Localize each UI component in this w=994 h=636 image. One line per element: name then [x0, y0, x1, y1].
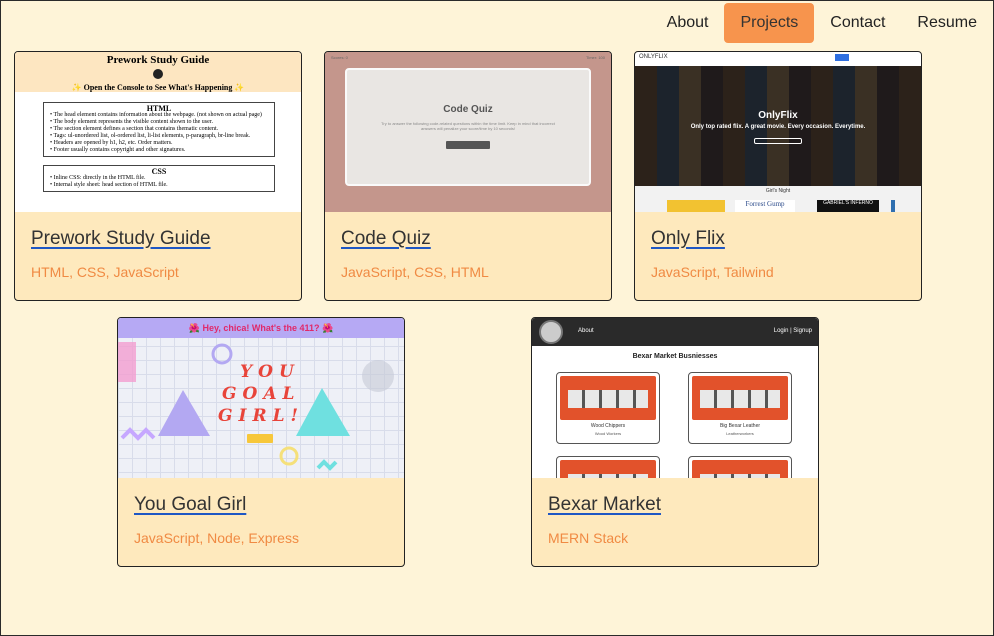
thumb-word: GIRL! [218, 406, 305, 426]
project-tech: HTML, CSS, JavaScript [31, 264, 179, 280]
thumb-get-started-button [247, 434, 273, 443]
thumb-business-card [688, 456, 792, 478]
project-card-you-goal-girl[interactable]: 🌺 Hey, chica! What's the 411? 🌺 YOU GOAL… [117, 317, 405, 567]
project-card-prework[interactable]: Prework Study Guide ✨ Open the Console t… [14, 51, 302, 301]
project-thumbnail[interactable]: Scores: 0 Timer: 100 Code Quiz Try to an… [325, 52, 611, 212]
project-thumbnail[interactable]: 🌺 Hey, chica! What's the 411? 🌺 YOU GOAL… [118, 318, 404, 478]
logo-icon [539, 320, 563, 344]
thumb-tagline: Only top rated flix. A great movie. Ever… [690, 124, 866, 130]
thumb-start-button [446, 141, 490, 149]
thumb-cta-button [754, 138, 802, 144]
thumb-poster [891, 200, 895, 212]
project-thumbnail[interactable]: Prework Study Guide ✨ Open the Console t… [15, 52, 301, 212]
thumb-nav-login: Login | Signup [773, 328, 812, 334]
thumb-word: YOU [240, 362, 300, 382]
project-tech: JavaScript, Tailwind [651, 264, 774, 280]
thumb-strip-label: Girl's Night [765, 188, 791, 194]
project-thumbnail[interactable]: About Login | Signup Bexar Market Busnie… [532, 318, 818, 478]
thumb-poster: Forrest Gump [735, 200, 795, 212]
thumb-score: Scores: 0 [331, 55, 348, 60]
thumb-business-card [556, 456, 660, 478]
thumb-heading: Code Quiz [443, 104, 493, 115]
thumb-poster: GABRIEL'S INFERNO [817, 200, 879, 212]
project-tech: MERN Stack [548, 530, 629, 546]
thumb-description: Try to answer the following code-related… [381, 121, 555, 131]
nav-resume-link[interactable]: Resume [901, 3, 993, 43]
nav-contact-link[interactable]: Contact [814, 3, 901, 43]
thumb-business-card: Big Bexar Leather Leatherworkers [688, 372, 792, 444]
project-tech: JavaScript, CSS, HTML [341, 264, 489, 280]
project-card-code-quiz[interactable]: Scores: 0 Timer: 100 Code Quiz Try to an… [324, 51, 612, 301]
thumb-timer: Timer: 100 [586, 55, 605, 60]
thumb-poster [667, 200, 725, 212]
project-card-bexar-market[interactable]: About Login | Signup Bexar Market Busnie… [531, 317, 819, 567]
project-title-link[interactable]: Bexar Market [548, 494, 661, 516]
thumb-heading: OnlyFlix [758, 110, 798, 121]
project-title-link[interactable]: Prework Study Guide [31, 228, 211, 250]
avatar-icon [153, 69, 163, 79]
thumb-heading: Prework Study Guide [106, 54, 210, 66]
project-thumbnail[interactable]: ONLYFLIX OnlyFlix Only top rated flix. A… [635, 52, 921, 212]
thumb-nav-about: About [578, 328, 594, 334]
nav-about-link[interactable]: About [651, 3, 725, 43]
thumb-subheading: ✨ Open the Console to See What's Happeni… [71, 83, 245, 92]
thumb-heading: Bexar Market Busniesses [632, 353, 718, 360]
nav-projects-link[interactable]: Projects [724, 3, 815, 43]
thumb-css-section: CSS • Inline CSS: directly in the HTML f… [43, 165, 275, 192]
project-title-link[interactable]: Only Flix [651, 228, 725, 250]
search-icon [835, 54, 849, 61]
top-nav: About Projects Contact Resume [651, 3, 993, 43]
thumb-word: GOAL [222, 384, 301, 404]
thumb-brand: ONLYFLIX [639, 54, 668, 60]
project-title-link[interactable]: You Goal Girl [134, 494, 246, 516]
project-title-link[interactable]: Code Quiz [341, 228, 431, 250]
thumb-html-section: HTML • The head element contains informa… [43, 102, 275, 157]
thumb-business-card: Wood Chippers Wood Workers [556, 372, 660, 444]
project-card-only-flix[interactable]: ONLYFLIX OnlyFlix Only top rated flix. A… [634, 51, 922, 301]
project-tech: JavaScript, Node, Express [134, 530, 299, 546]
